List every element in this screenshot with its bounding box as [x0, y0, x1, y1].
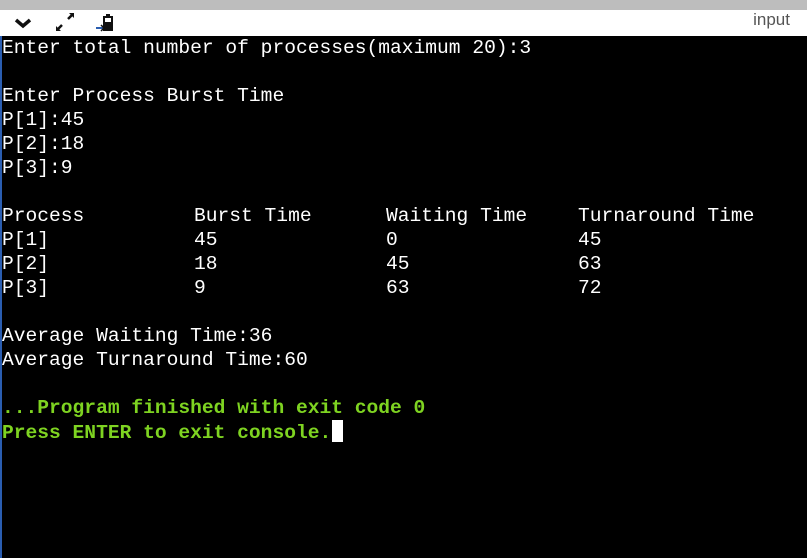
table-row: P[3] 9 63 72: [2, 276, 802, 300]
press-enter-text: Press ENTER to exit console.: [2, 422, 332, 444]
cell-burst: 9: [194, 277, 206, 299]
header-process: Process: [2, 205, 85, 227]
burst-input-1: P[1]:45: [2, 109, 85, 131]
cell-process: P[2]: [2, 253, 50, 275]
table-row: P[2] 18 45 63: [2, 252, 802, 276]
cell-turnaround: 63: [578, 253, 602, 275]
cell-process: P[3]: [2, 277, 50, 299]
chevron-down-icon[interactable]: [12, 13, 34, 33]
console-output[interactable]: Enter total number of processes(maximum …: [0, 36, 807, 558]
window-top-bar: [0, 0, 807, 10]
cell-process: P[1]: [2, 229, 50, 251]
cell-turnaround: 72: [578, 277, 602, 299]
cell-waiting: 45: [386, 253, 410, 275]
burst-input-3: P[3]:9: [2, 157, 73, 179]
paste-input-icon[interactable]: [94, 13, 116, 33]
burst-input-2: P[2]:18: [2, 133, 85, 155]
prompt-burst-time: Enter Process Burst Time: [2, 85, 285, 107]
header-burst-time: Burst Time: [194, 205, 312, 227]
press-enter-line: Press ENTER to exit console.: [2, 420, 344, 444]
average-waiting-time: Average Waiting Time:36: [2, 325, 273, 347]
prompt-process-count: Enter total number of processes(maximum …: [2, 37, 532, 59]
text-cursor: [332, 420, 344, 442]
table-header: Process Burst Time Waiting Time Turnarou…: [2, 204, 802, 228]
cell-burst: 45: [194, 229, 218, 251]
cell-waiting: 0: [386, 229, 398, 251]
table-row: P[1] 45 0 45: [2, 228, 802, 252]
cell-turnaround: 45: [578, 229, 602, 251]
header-turnaround-time: Turnaround Time: [578, 205, 755, 227]
cell-waiting: 63: [386, 277, 410, 299]
header-waiting-time: Waiting Time: [386, 205, 528, 227]
expand-icon[interactable]: [54, 13, 76, 33]
average-turnaround-time: Average Turnaround Time:60: [2, 349, 308, 371]
cell-burst: 18: [194, 253, 218, 275]
input-tab-label[interactable]: input: [753, 10, 790, 30]
exit-status: ...Program finished with exit code 0: [2, 397, 426, 419]
console-toolbar: input: [0, 10, 807, 36]
